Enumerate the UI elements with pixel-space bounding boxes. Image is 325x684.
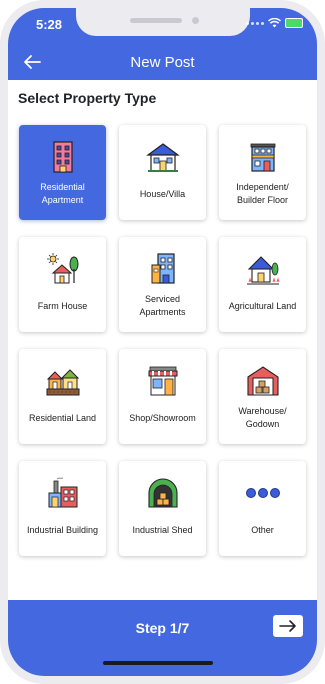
property-tile-builder-floor[interactable]: Independent/ Builder Floor [219, 125, 306, 220]
property-tile-house-villa[interactable]: House/Villa [119, 125, 206, 220]
property-tile-other[interactable]: Other [219, 461, 306, 556]
property-tile-warehouse-godown[interactable]: Warehouse/ Godown [219, 349, 306, 444]
builder-floor-icon [245, 139, 281, 175]
home-indicator [103, 661, 213, 665]
tile-label: House/Villa [139, 188, 186, 199]
step-indicator: Step 1/7 [135, 620, 190, 636]
residential-land-icon [45, 363, 81, 399]
tile-label: Warehouse/ Godown [238, 406, 287, 429]
arrow-right-icon [279, 620, 296, 632]
header: New Post [8, 44, 317, 80]
tile-label: Serviced Apartments [139, 294, 186, 317]
status-icons [246, 18, 303, 28]
notch [76, 8, 250, 36]
page-title: New Post [130, 54, 195, 71]
tile-label: Industrial Shed [132, 524, 193, 535]
property-tile-serviced-apartments[interactable]: Serviced Apartments [119, 237, 206, 332]
apartment-building-icon [45, 139, 81, 175]
tile-label: Residential Land [28, 412, 97, 423]
property-tile-shop-showroom[interactable]: Shop/Showroom [119, 349, 206, 444]
property-tile-residential-land[interactable]: Residential Land [19, 349, 106, 444]
tile-label: Independent/ Builder Floor [236, 182, 289, 205]
tile-label: Agricultural Land [228, 300, 297, 311]
status-time: 5:28 [36, 17, 63, 32]
wifi-icon [268, 18, 281, 28]
farm-house-icon [45, 251, 81, 287]
section-title: Select Property Type [18, 90, 157, 106]
tile-label: Industrial Building [26, 524, 99, 535]
speaker [130, 18, 182, 23]
signal-icon [246, 21, 264, 25]
house-villa-icon [145, 139, 181, 175]
battery-icon [285, 18, 303, 28]
shop-icon [145, 363, 181, 399]
serviced-apartment-icon [145, 251, 181, 287]
shed-icon [145, 475, 181, 511]
tile-label: Residential Apartment [40, 182, 85, 205]
more-dots-icon [245, 475, 281, 511]
agricultural-land-icon [245, 251, 281, 287]
property-tile-farm-house[interactable]: Farm House [19, 237, 106, 332]
property-tile-industrial-building[interactable]: Industrial Building [19, 461, 106, 556]
phone-frame: 5:28 New Post Select Property Type Resid… [0, 0, 325, 684]
warehouse-icon [245, 363, 281, 399]
property-tile-residential-apartment[interactable]: Residential Apartment [19, 125, 106, 220]
tile-label: Other [251, 524, 274, 535]
camera [192, 17, 199, 24]
tile-label: Farm House [37, 300, 88, 311]
property-tile-industrial-shed[interactable]: Industrial Shed [119, 461, 206, 556]
tile-label: Shop/Showroom [129, 412, 196, 423]
app-screen: 5:28 New Post Select Property Type Resid… [8, 8, 317, 676]
factory-icon [45, 475, 81, 511]
next-button[interactable] [273, 615, 303, 637]
property-tile-agricultural-land[interactable]: Agricultural Land [219, 237, 306, 332]
status-bar: 5:28 [8, 8, 317, 44]
